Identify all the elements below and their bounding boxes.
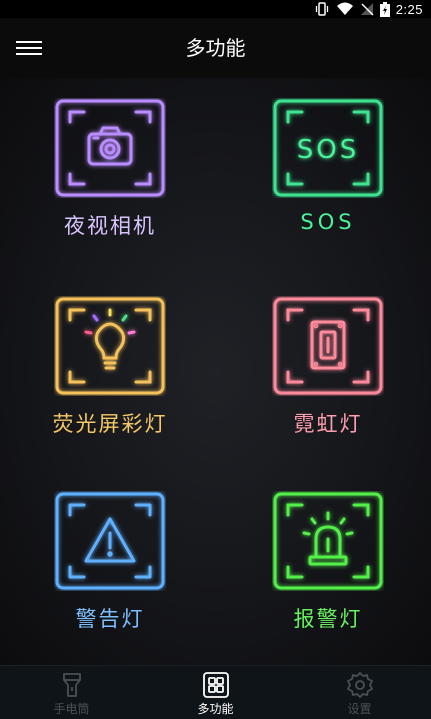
app-bar: 多功能 [0, 18, 431, 78]
page-title: 多功能 [185, 36, 246, 60]
tile-alarm-light[interactable]: 报警灯 [254, 491, 431, 691]
feature-grid: 夜视相机 SOS SOS 荧光屏彩灯 霓虹灯 警告灯 报警灯 [0, 78, 431, 665]
nav-label: 设置 [347, 702, 372, 716]
status-time: 2:25 [395, 1, 423, 17]
status-icons: x 2:25 [314, 0, 423, 18]
nav-item-multifunction[interactable]: 多功能 [144, 666, 287, 719]
tile-label: 夜视相机 [64, 214, 156, 238]
nav-item-settings[interactable]: 设置 [288, 666, 431, 719]
tile-label: SOS [300, 210, 356, 234]
sos-icon-text: SOS [297, 135, 359, 165]
lightbulb-icon [55, 297, 165, 395]
battery-charging-icon [379, 1, 390, 17]
nav-label: 多功能 [197, 702, 234, 716]
vibrate-icon [315, 2, 328, 16]
nav-item-flashlight[interactable]: 手电筒 [0, 666, 143, 719]
flashlight-icon [62, 673, 81, 697]
switch-icon [273, 297, 383, 395]
warning-icon [55, 492, 165, 590]
tile-label: 警告灯 [75, 607, 145, 631]
wifi-icon: x [336, 2, 353, 16]
gear-icon [346, 672, 373, 698]
sos-icon: SOS [273, 99, 383, 197]
tile-night-camera[interactable]: 夜视相机 [36, 98, 216, 298]
tile-fluorescent-light[interactable]: 荧光屏彩灯 [36, 296, 216, 496]
bottom-navigation: 手电筒 多功能 设置 [0, 665, 431, 719]
nav-label: 手电筒 [53, 702, 90, 716]
tile-warning-light[interactable]: 警告灯 [36, 491, 216, 691]
camera-icon [55, 99, 165, 197]
svg-text:x: x [347, 10, 351, 16]
tile-label: 荧光屏彩灯 [52, 412, 168, 436]
status-bar: x 2:25 [0, 0, 431, 18]
tile-sos[interactable]: SOS SOS [254, 98, 431, 298]
alarm-beacon-icon [273, 492, 383, 590]
grid-icon [202, 672, 229, 698]
tile-neon-light[interactable]: 霓虹灯 [254, 296, 431, 496]
tile-label: 霓虹灯 [293, 412, 363, 436]
tile-label: 报警灯 [293, 607, 363, 631]
no-signal-icon [360, 3, 374, 16]
